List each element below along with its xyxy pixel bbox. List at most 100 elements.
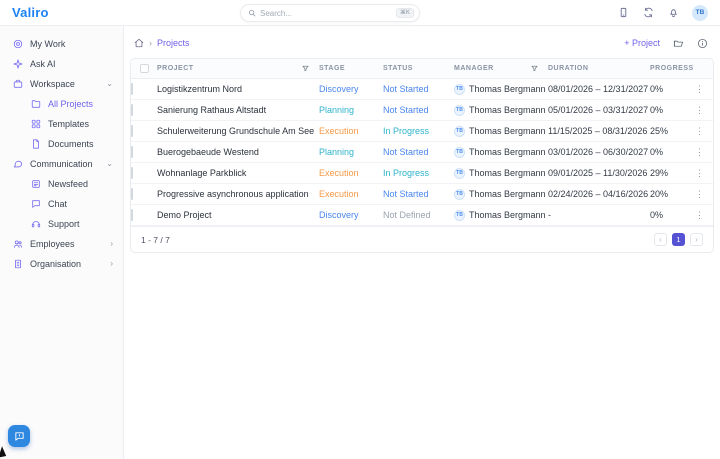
filter-icon[interactable]	[531, 65, 538, 72]
info-button[interactable]	[696, 37, 708, 49]
sync-button[interactable]	[642, 7, 654, 19]
sidebar-item-label: All Projects	[48, 99, 94, 109]
manager-cell[interactable]: TB Thomas Bergmann	[454, 125, 548, 137]
stage-value[interactable]: Planning	[319, 147, 383, 157]
sidebar-item-label: Newsfeed	[48, 179, 89, 189]
kebab-menu-icon[interactable]: ⋮	[695, 126, 704, 136]
pagination-prev-button[interactable]: ‹	[654, 233, 667, 246]
row-checkbox[interactable]	[131, 146, 133, 158]
home-icon[interactable]	[134, 38, 144, 48]
column-header-duration[interactable]: DURATION	[548, 65, 650, 72]
sidebar-item-chat[interactable]: Chat	[0, 194, 123, 214]
status-value[interactable]: Not Started	[383, 147, 454, 157]
building-icon	[12, 259, 23, 270]
chevron-down-icon[interactable]: ⌄	[106, 160, 113, 168]
headset-icon	[30, 219, 41, 230]
stage-value[interactable]: Execution	[319, 189, 383, 199]
sidebar-item-workspace[interactable]: Workspace ⌄	[0, 74, 123, 94]
chevron-right-icon[interactable]: ›	[110, 260, 113, 268]
column-header-manager[interactable]: MANAGER	[454, 65, 548, 72]
table-row[interactable]: Progressive asynchronous application Exe…	[131, 184, 713, 205]
column-header-project[interactable]: PROJECT	[157, 65, 319, 72]
kebab-menu-icon[interactable]: ⋮	[695, 168, 704, 178]
user-avatar[interactable]: TB	[692, 4, 708, 21]
document-icon	[30, 139, 41, 150]
manager-cell[interactable]: TB Thomas Bergmann	[454, 167, 548, 179]
project-name[interactable]: Progressive asynchronous application	[157, 189, 319, 199]
status-value[interactable]: In Progress	[383, 126, 454, 136]
row-checkbox[interactable]	[131, 209, 133, 221]
status-value[interactable]: In Progress	[383, 168, 454, 178]
global-search[interactable]: ⌘K	[240, 4, 420, 22]
chat-widget-button[interactable]	[8, 425, 30, 447]
filter-icon[interactable]	[302, 65, 309, 72]
column-header-stage[interactable]: STAGE	[319, 65, 383, 72]
pagination-next-button[interactable]: ›	[690, 233, 703, 246]
project-name[interactable]: Buerogebaeude Westend	[157, 147, 319, 157]
manager-cell[interactable]: TB Thomas Bergmann	[454, 209, 548, 221]
app-logo[interactable]: Valiro	[12, 5, 49, 20]
status-value[interactable]: Not Started	[383, 189, 454, 199]
manager-cell[interactable]: TB Thomas Bergmann	[454, 104, 548, 116]
stage-value[interactable]: Execution	[319, 126, 383, 136]
manager-cell[interactable]: TB Thomas Bergmann	[454, 83, 548, 95]
stage-value[interactable]: Discovery	[319, 84, 383, 94]
manager-avatar: TB	[454, 104, 465, 116]
pagination-page-1-button[interactable]: 1	[672, 233, 685, 246]
sidebar-item-employees[interactable]: Employees ›	[0, 234, 123, 254]
sidebar-item-organisation[interactable]: Organisation ›	[0, 254, 123, 274]
chevron-down-icon[interactable]: ⌄	[106, 80, 113, 88]
kebab-menu-icon[interactable]: ⋮	[695, 189, 704, 199]
table-row[interactable]: Sanierung Rathaus Altstadt Planning Not …	[131, 100, 713, 121]
sidebar-item-all-projects[interactable]: All Projects	[0, 94, 123, 114]
sidebar-item-ask-ai[interactable]: Ask AI	[0, 54, 123, 74]
export-button[interactable]	[672, 37, 684, 49]
sidebar-item-communication[interactable]: Communication ⌄	[0, 154, 123, 174]
manager-name: Thomas Bergmann	[469, 210, 546, 220]
stage-value[interactable]: Execution	[319, 168, 383, 178]
sidebar-item-my-work[interactable]: My Work	[0, 34, 123, 54]
status-value[interactable]: Not Defined	[383, 210, 454, 220]
chevron-right-icon[interactable]: ›	[110, 240, 113, 248]
status-value[interactable]: Not Started	[383, 84, 454, 94]
row-checkbox[interactable]	[131, 104, 133, 116]
row-checkbox[interactable]	[131, 188, 133, 200]
breadcrumb-current[interactable]: Projects	[157, 38, 190, 48]
table-row[interactable]: Schulerweiterung Grundschule Am See Exec…	[131, 121, 713, 142]
kebab-menu-icon[interactable]: ⋮	[695, 210, 704, 220]
column-header-progress[interactable]: PROGRESS	[650, 65, 693, 72]
search-input[interactable]	[256, 8, 396, 18]
row-checkbox[interactable]	[131, 83, 133, 95]
select-all-checkbox[interactable]	[139, 64, 149, 73]
sidebar-item-documents[interactable]: Documents	[0, 134, 123, 154]
sidebar-item-newsfeed[interactable]: Newsfeed	[0, 174, 123, 194]
project-name[interactable]: Wohnanlage Parkblick	[157, 168, 319, 178]
table-row[interactable]: Wohnanlage Parkblick Execution In Progre…	[131, 163, 713, 184]
sidebar-item-label: Ask AI	[30, 59, 56, 69]
project-name[interactable]: Logistikzentrum Nord	[157, 84, 319, 94]
manager-cell[interactable]: TB Thomas Bergmann	[454, 188, 548, 200]
stage-value[interactable]: Planning	[319, 105, 383, 115]
table-row[interactable]: Demo Project Discovery Not Defined TB Th…	[131, 205, 713, 226]
project-name[interactable]: Sanierung Rathaus Altstadt	[157, 105, 319, 115]
manager-cell[interactable]: TB Thomas Bergmann	[454, 146, 548, 158]
status-value[interactable]: Not Started	[383, 105, 454, 115]
kebab-menu-icon[interactable]: ⋮	[695, 84, 704, 94]
mobile-device-button[interactable]	[617, 7, 629, 19]
sidebar-item-support[interactable]: Support	[0, 214, 123, 234]
kebab-menu-icon[interactable]: ⋮	[695, 105, 704, 115]
row-checkbox[interactable]	[131, 167, 133, 179]
row-menu-cell: ⋮	[692, 84, 713, 94]
new-project-button[interactable]: + Project	[624, 38, 660, 48]
stage-value[interactable]: Discovery	[319, 210, 383, 220]
kebab-menu-icon[interactable]: ⋮	[695, 147, 704, 157]
notifications-button[interactable]	[667, 7, 679, 19]
sidebar-item-templates[interactable]: Templates	[0, 114, 123, 134]
row-checkbox[interactable]	[131, 125, 133, 137]
project-name[interactable]: Schulerweiterung Grundschule Am See	[157, 126, 319, 136]
project-name[interactable]: Demo Project	[157, 210, 319, 220]
table-row[interactable]: Buerogebaeude Westend Planning Not Start…	[131, 142, 713, 163]
table-row[interactable]: Logistikzentrum Nord Discovery Not Start…	[131, 79, 713, 100]
manager-avatar: TB	[454, 188, 465, 200]
column-header-status[interactable]: STATUS	[383, 65, 454, 72]
